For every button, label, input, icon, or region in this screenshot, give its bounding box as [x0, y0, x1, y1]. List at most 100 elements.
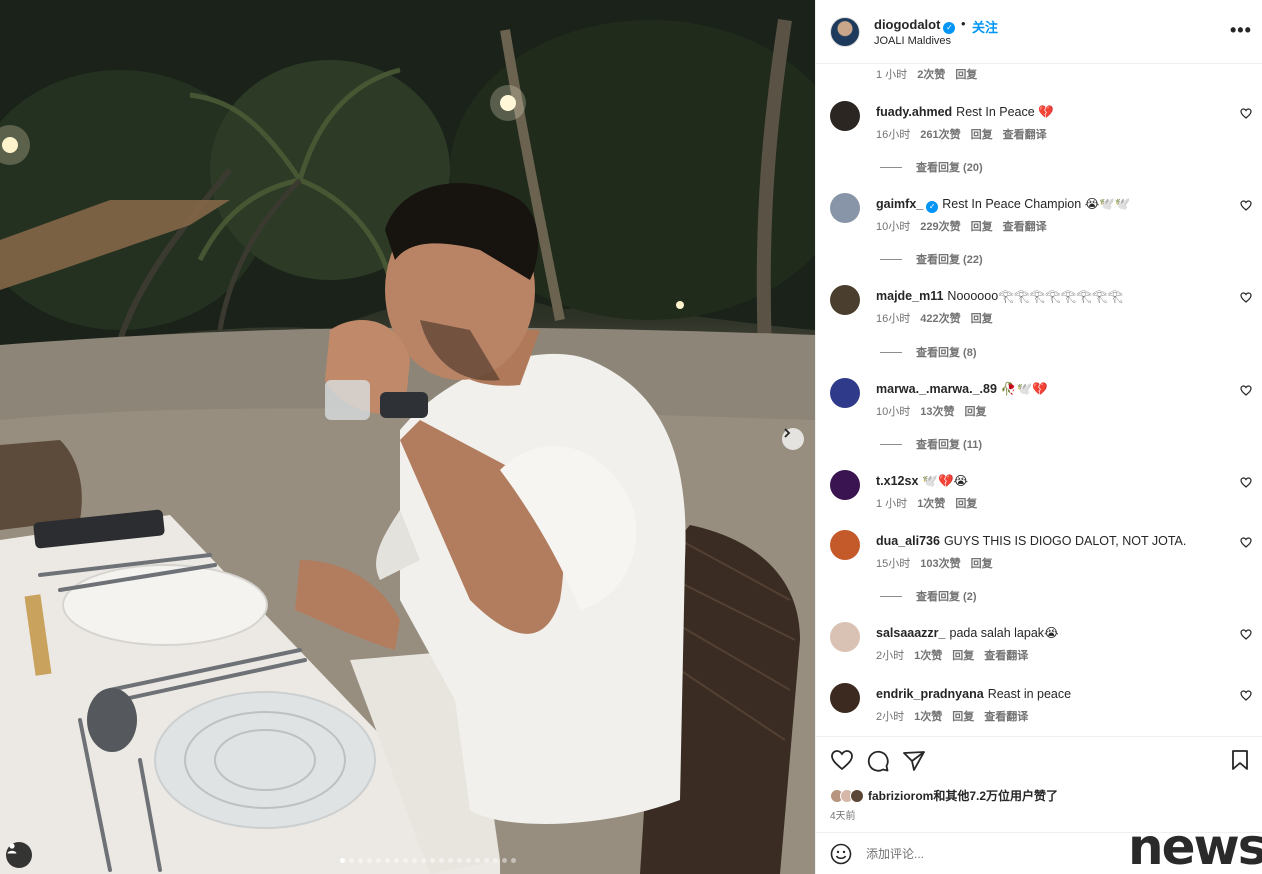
commenter-username[interactable]: marwa._.marwa._.89: [876, 382, 997, 396]
reply-button[interactable]: 回复: [955, 69, 977, 81]
replies-line: [880, 352, 902, 353]
verified-badge-icon: ✓: [926, 200, 939, 213]
comment-body: salsaaazzr_ pada salah lapak😭: [876, 626, 1226, 641]
comment-like-icon[interactable]: [1240, 292, 1252, 303]
see-translation-button[interactable]: 查看翻译: [1003, 129, 1047, 141]
comment-like-icon[interactable]: [1240, 537, 1252, 548]
likes-summary[interactable]: fabriziorom和其他7.2万位用户赞了: [830, 787, 1058, 804]
comment-likes[interactable]: 103次赞: [920, 558, 960, 570]
author-username[interactable]: diogodalot: [874, 17, 940, 32]
view-replies-label[interactable]: 查看回复 (20): [916, 162, 983, 174]
comment-meta: 16小时 422次赞 回复: [876, 310, 1003, 326]
post-photo[interactable]: [0, 0, 815, 874]
commenter-avatar[interactable]: [830, 622, 860, 652]
carousel-dot: [493, 858, 498, 863]
carousel-dot: [448, 858, 453, 863]
reply-button[interactable]: 回复: [971, 129, 993, 141]
comment-body: t.x12sx 🕊️💔😭: [876, 474, 1226, 489]
like-heart-icon[interactable]: [830, 749, 854, 771]
comment-likes[interactable]: 2次赞: [917, 69, 945, 81]
commenter-username[interactable]: t.x12sx: [876, 474, 918, 488]
emoji-icon[interactable]: [830, 843, 852, 865]
comment-icon[interactable]: [866, 749, 890, 773]
reply-button[interactable]: 回复: [971, 313, 993, 325]
comment-likes[interactable]: 1次赞: [914, 650, 942, 662]
reply-button[interactable]: 回复: [952, 711, 974, 723]
view-replies-label[interactable]: 查看回复 (8): [916, 347, 977, 359]
likes-text[interactable]: fabriziorom和其他7.2万位用户赞了: [868, 787, 1058, 804]
commenter-avatar[interactable]: [830, 101, 860, 131]
see-translation-button[interactable]: 查看翻译: [984, 650, 1028, 662]
more-options-icon[interactable]: •••: [1230, 20, 1252, 41]
comment-like-icon[interactable]: [1240, 108, 1252, 119]
comment-meta: 2小时 1次赞 回复 查看翻译: [876, 708, 1038, 724]
carousel-dot: [349, 858, 354, 863]
tagged-users-button[interactable]: [6, 842, 32, 868]
carousel-dot: [394, 858, 399, 863]
comment-input[interactable]: [866, 843, 1116, 865]
carousel-dot: [376, 858, 381, 863]
comment-like-icon[interactable]: [1240, 385, 1252, 396]
commenter-avatar[interactable]: [830, 530, 860, 560]
author-avatar[interactable]: [830, 17, 860, 47]
see-translation-button[interactable]: 查看翻译: [1003, 221, 1047, 233]
comment-body: endrik_pradnyana Reast in peace: [876, 687, 1226, 702]
reply-button[interactable]: 回复: [955, 498, 977, 510]
commenter-username[interactable]: salsaaazzr_: [876, 626, 946, 640]
replies-line: [880, 259, 902, 260]
comment-like-icon[interactable]: [1240, 477, 1252, 488]
comment-like-icon[interactable]: [1240, 629, 1252, 640]
comment-likes[interactable]: 261次赞: [920, 129, 960, 141]
view-replies-label[interactable]: 查看回复 (2): [916, 591, 977, 603]
comment-like-icon[interactable]: [1240, 690, 1252, 701]
commenter-username[interactable]: majde_m11: [876, 289, 943, 303]
comment-likes[interactable]: 13次赞: [920, 406, 954, 418]
carousel-next-button[interactable]: [782, 428, 804, 450]
reply-button[interactable]: 回复: [965, 406, 987, 418]
comment-like-icon[interactable]: [1240, 200, 1252, 211]
commenter-avatar[interactable]: [830, 193, 860, 223]
reply-button[interactable]: 回复: [971, 221, 993, 233]
author-username-row[interactable]: diogodalot ✓: [874, 17, 956, 34]
comment-meta: 2小时 1次赞 回复 查看翻译: [876, 647, 1038, 663]
carousel-dot: [466, 858, 471, 863]
commenter-username[interactable]: gaimfx_: [876, 197, 923, 211]
comment-likes[interactable]: 229次赞: [920, 221, 960, 233]
view-replies-label[interactable]: 查看回复 (22): [916, 254, 983, 266]
view-replies-button[interactable]: 查看回复 (2): [880, 588, 977, 604]
verified-badge-icon: ✓: [943, 21, 956, 34]
commenter-username[interactable]: dua_ali736: [876, 534, 940, 548]
comment-time: 16小时: [876, 313, 911, 325]
carousel-dot: [475, 858, 480, 863]
carousel-dot: [358, 858, 363, 863]
commenter-username[interactable]: endrik_pradnyana: [876, 687, 984, 701]
follow-button[interactable]: 关注: [972, 17, 998, 36]
save-bookmark-icon[interactable]: [1230, 749, 1250, 771]
commenter-avatar[interactable]: [830, 683, 860, 713]
view-replies-button[interactable]: 查看回复 (8): [880, 344, 977, 360]
view-replies-button[interactable]: 查看回复 (20): [880, 159, 983, 175]
comment-text: Rest In Peace Champion 😭🕊️🕊️: [942, 197, 1131, 211]
reply-button[interactable]: 回复: [971, 558, 993, 570]
share-send-icon[interactable]: [902, 749, 926, 773]
post-date: 4天前: [830, 811, 856, 822]
reply-button[interactable]: 回复: [952, 650, 974, 662]
commenter-avatar[interactable]: [830, 285, 860, 315]
view-replies-button[interactable]: 查看回复 (11): [880, 436, 982, 452]
comments-list[interactable]: 1 小时 2次赞 回复 fuady.ahmed Rest In Peace 💔 16小时…: [816, 64, 1262, 736]
carousel-dot: [412, 858, 417, 863]
view-replies-button[interactable]: 查看回复 (22): [880, 251, 983, 267]
comment-likes[interactable]: 422次赞: [920, 313, 960, 325]
commenter-avatar[interactable]: [830, 378, 860, 408]
commenter-username[interactable]: fuady.ahmed: [876, 105, 952, 119]
comment-likes[interactable]: 1次赞: [917, 498, 945, 510]
carousel-dot: [430, 858, 435, 863]
liker-avatar: [850, 788, 864, 803]
commenter-avatar[interactable]: [830, 470, 860, 500]
replies-line: [880, 167, 902, 168]
see-translation-button[interactable]: 查看翻译: [984, 711, 1028, 723]
comment-text: Reast in peace: [987, 687, 1072, 701]
post-location[interactable]: JOALI Maldives: [874, 35, 951, 47]
view-replies-label[interactable]: 查看回复 (11): [916, 439, 982, 451]
comment-likes[interactable]: 1次赞: [914, 711, 942, 723]
